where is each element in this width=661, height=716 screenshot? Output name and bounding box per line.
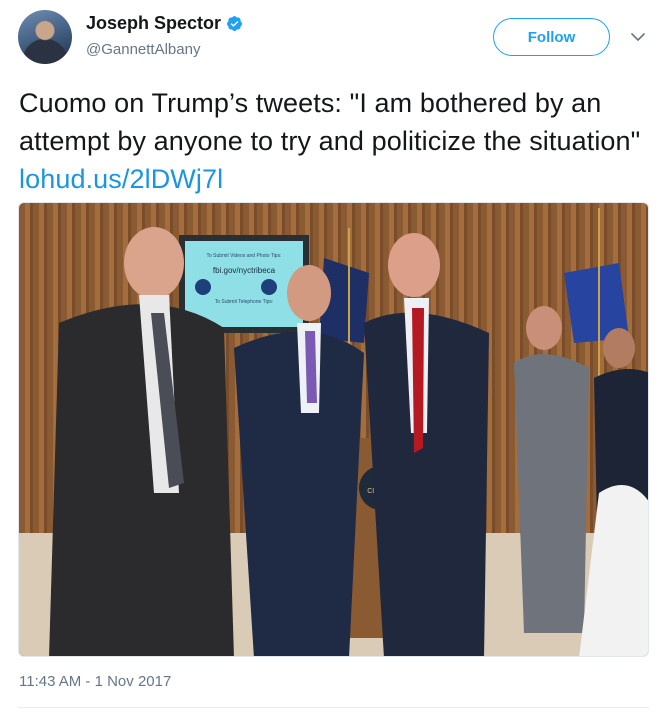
tweet-photo[interactable]: To Submit Videos and Photo Tips: fbi.gov… bbox=[18, 202, 649, 657]
author-name[interactable]: Joseph Spector bbox=[86, 13, 221, 34]
man-center-suit bbox=[234, 331, 364, 656]
man-far-right-suit bbox=[514, 354, 589, 633]
man-right-head bbox=[388, 233, 440, 297]
tweet-text: Cuomo on Trump’s tweets: "I am bothered … bbox=[19, 84, 649, 198]
author-name-row[interactable]: Joseph Spector bbox=[86, 13, 243, 34]
author-handle[interactable]: @GannettAlbany bbox=[86, 41, 200, 58]
man-left-head bbox=[124, 227, 184, 299]
screen-text-2: fbi.gov/nyctribeca bbox=[213, 266, 276, 275]
divider bbox=[18, 707, 649, 708]
follow-button[interactable]: Follow bbox=[493, 18, 610, 56]
tweet-body: Cuomo on Trump’s tweets: "I am bothered … bbox=[19, 88, 641, 156]
man-center-head bbox=[287, 265, 331, 321]
officer-head bbox=[603, 328, 635, 368]
verified-badge-icon bbox=[226, 15, 243, 32]
man-right-tie bbox=[412, 308, 424, 453]
tweet-timestamp[interactable]: 11:43 AM - 1 Nov 2017 bbox=[19, 673, 171, 690]
screen-text-3: To Submit Telephone Tips: bbox=[215, 299, 274, 305]
man-left-suit bbox=[49, 304, 234, 656]
tweet-link[interactable]: lohud.us/2lDWj7l bbox=[19, 164, 223, 194]
tweet-header: Joseph Spector @GannettAlbany Follow bbox=[0, 0, 661, 80]
man-far-right-head bbox=[526, 306, 562, 350]
screen-text-1: To Submit Videos and Photo Tips: bbox=[207, 253, 282, 259]
nypd-logo bbox=[195, 279, 211, 295]
photo-scene: To Submit Videos and Photo Tips: fbi.gov… bbox=[19, 208, 648, 656]
avatar[interactable] bbox=[18, 10, 72, 64]
fbi-logo bbox=[261, 279, 277, 295]
man-center-tie bbox=[305, 331, 317, 403]
chevron-down-icon[interactable] bbox=[629, 28, 647, 46]
